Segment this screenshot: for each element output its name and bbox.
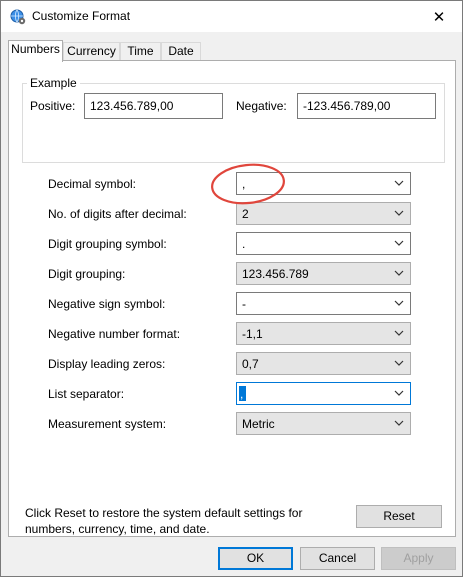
- reset-info-text: Click Reset to restore the system defaul…: [25, 506, 303, 536]
- negative-sign-symbol-combo[interactable]: -: [236, 292, 411, 315]
- digit-grouping-combo[interactable]: 123.456.789: [236, 262, 411, 285]
- negative-label: Negative:: [236, 99, 287, 113]
- positive-example-field: 123.456.789,00: [84, 93, 223, 119]
- list-separator-combo[interactable]: ,: [236, 382, 411, 405]
- negative-number-format-combo[interactable]: -1,1: [236, 322, 411, 345]
- chevron-down-icon: [394, 210, 404, 216]
- list-separator-label: List separator:: [48, 387, 125, 401]
- display-leading-zeros-label: Display leading zeros:: [48, 357, 166, 371]
- display-leading-zeros-combo[interactable]: 0,7: [236, 352, 411, 375]
- display-leading-zeros-value: 0,7: [242, 357, 259, 371]
- window-title: Customize Format: [32, 9, 131, 23]
- chevron-down-icon: [394, 360, 404, 366]
- tab-time[interactable]: Time: [120, 42, 161, 61]
- digits-after-decimal-label: No. of digits after decimal:: [48, 207, 187, 221]
- tab-currency[interactable]: Currency: [63, 42, 120, 61]
- cancel-button[interactable]: Cancel: [300, 547, 375, 570]
- measurement-system-label: Measurement system:: [48, 417, 167, 431]
- chevron-down-icon: [394, 300, 404, 306]
- apply-button[interactable]: Apply: [381, 547, 456, 570]
- decimal-symbol-label: Decimal symbol:: [48, 177, 137, 191]
- globe-settings-icon: [10, 9, 26, 25]
- measurement-system-value: Metric: [242, 417, 275, 431]
- tab-numbers[interactable]: Numbers: [8, 40, 63, 62]
- chevron-down-icon: [394, 270, 404, 276]
- digit-grouping-symbol-value: .: [242, 237, 246, 251]
- ok-button[interactable]: OK: [218, 547, 293, 570]
- digit-grouping-value: 123.456.789: [242, 267, 309, 281]
- example-legend: Example: [27, 76, 80, 90]
- negative-number-format-label: Negative number format:: [48, 327, 181, 341]
- decimal-symbol-combo[interactable]: ,: [236, 172, 411, 195]
- digits-after-decimal-value: 2: [242, 207, 249, 221]
- example-group: Example Positive: 123.456.789,00 Negativ…: [22, 76, 445, 163]
- chevron-down-icon: [394, 330, 404, 336]
- negative-example-field: -123.456.789,00: [297, 93, 436, 119]
- tab-date[interactable]: Date: [161, 42, 201, 61]
- close-icon: ✕: [432, 8, 446, 26]
- negative-sign-symbol-value: -: [242, 297, 246, 311]
- digit-grouping-symbol-label: Digit grouping symbol:: [48, 237, 167, 251]
- chevron-down-icon: [394, 180, 404, 186]
- negative-number-format-value: -1,1: [242, 327, 263, 341]
- title-bar: Customize Format ✕: [1, 1, 462, 32]
- negative-sign-symbol-label: Negative sign symbol:: [48, 297, 166, 311]
- customize-format-dialog: Customize Format ✕ Numbers Currency Time…: [0, 0, 463, 577]
- decimal-symbol-value: ,: [242, 177, 246, 191]
- list-separator-value: ,: [240, 387, 244, 401]
- reset-button[interactable]: Reset: [356, 505, 442, 528]
- digit-grouping-symbol-combo[interactable]: .: [236, 232, 411, 255]
- digits-after-decimal-combo[interactable]: 2: [236, 202, 411, 225]
- numbers-panel: Example Positive: 123.456.789,00 Negativ…: [8, 60, 456, 537]
- chevron-down-icon: [394, 240, 404, 246]
- positive-label: Positive:: [30, 99, 76, 113]
- digit-grouping-label: Digit grouping:: [48, 267, 126, 281]
- chevron-down-icon: [394, 420, 404, 426]
- measurement-system-combo[interactable]: Metric: [236, 412, 411, 435]
- chevron-down-icon: [394, 390, 404, 396]
- close-button[interactable]: ✕: [416, 1, 462, 32]
